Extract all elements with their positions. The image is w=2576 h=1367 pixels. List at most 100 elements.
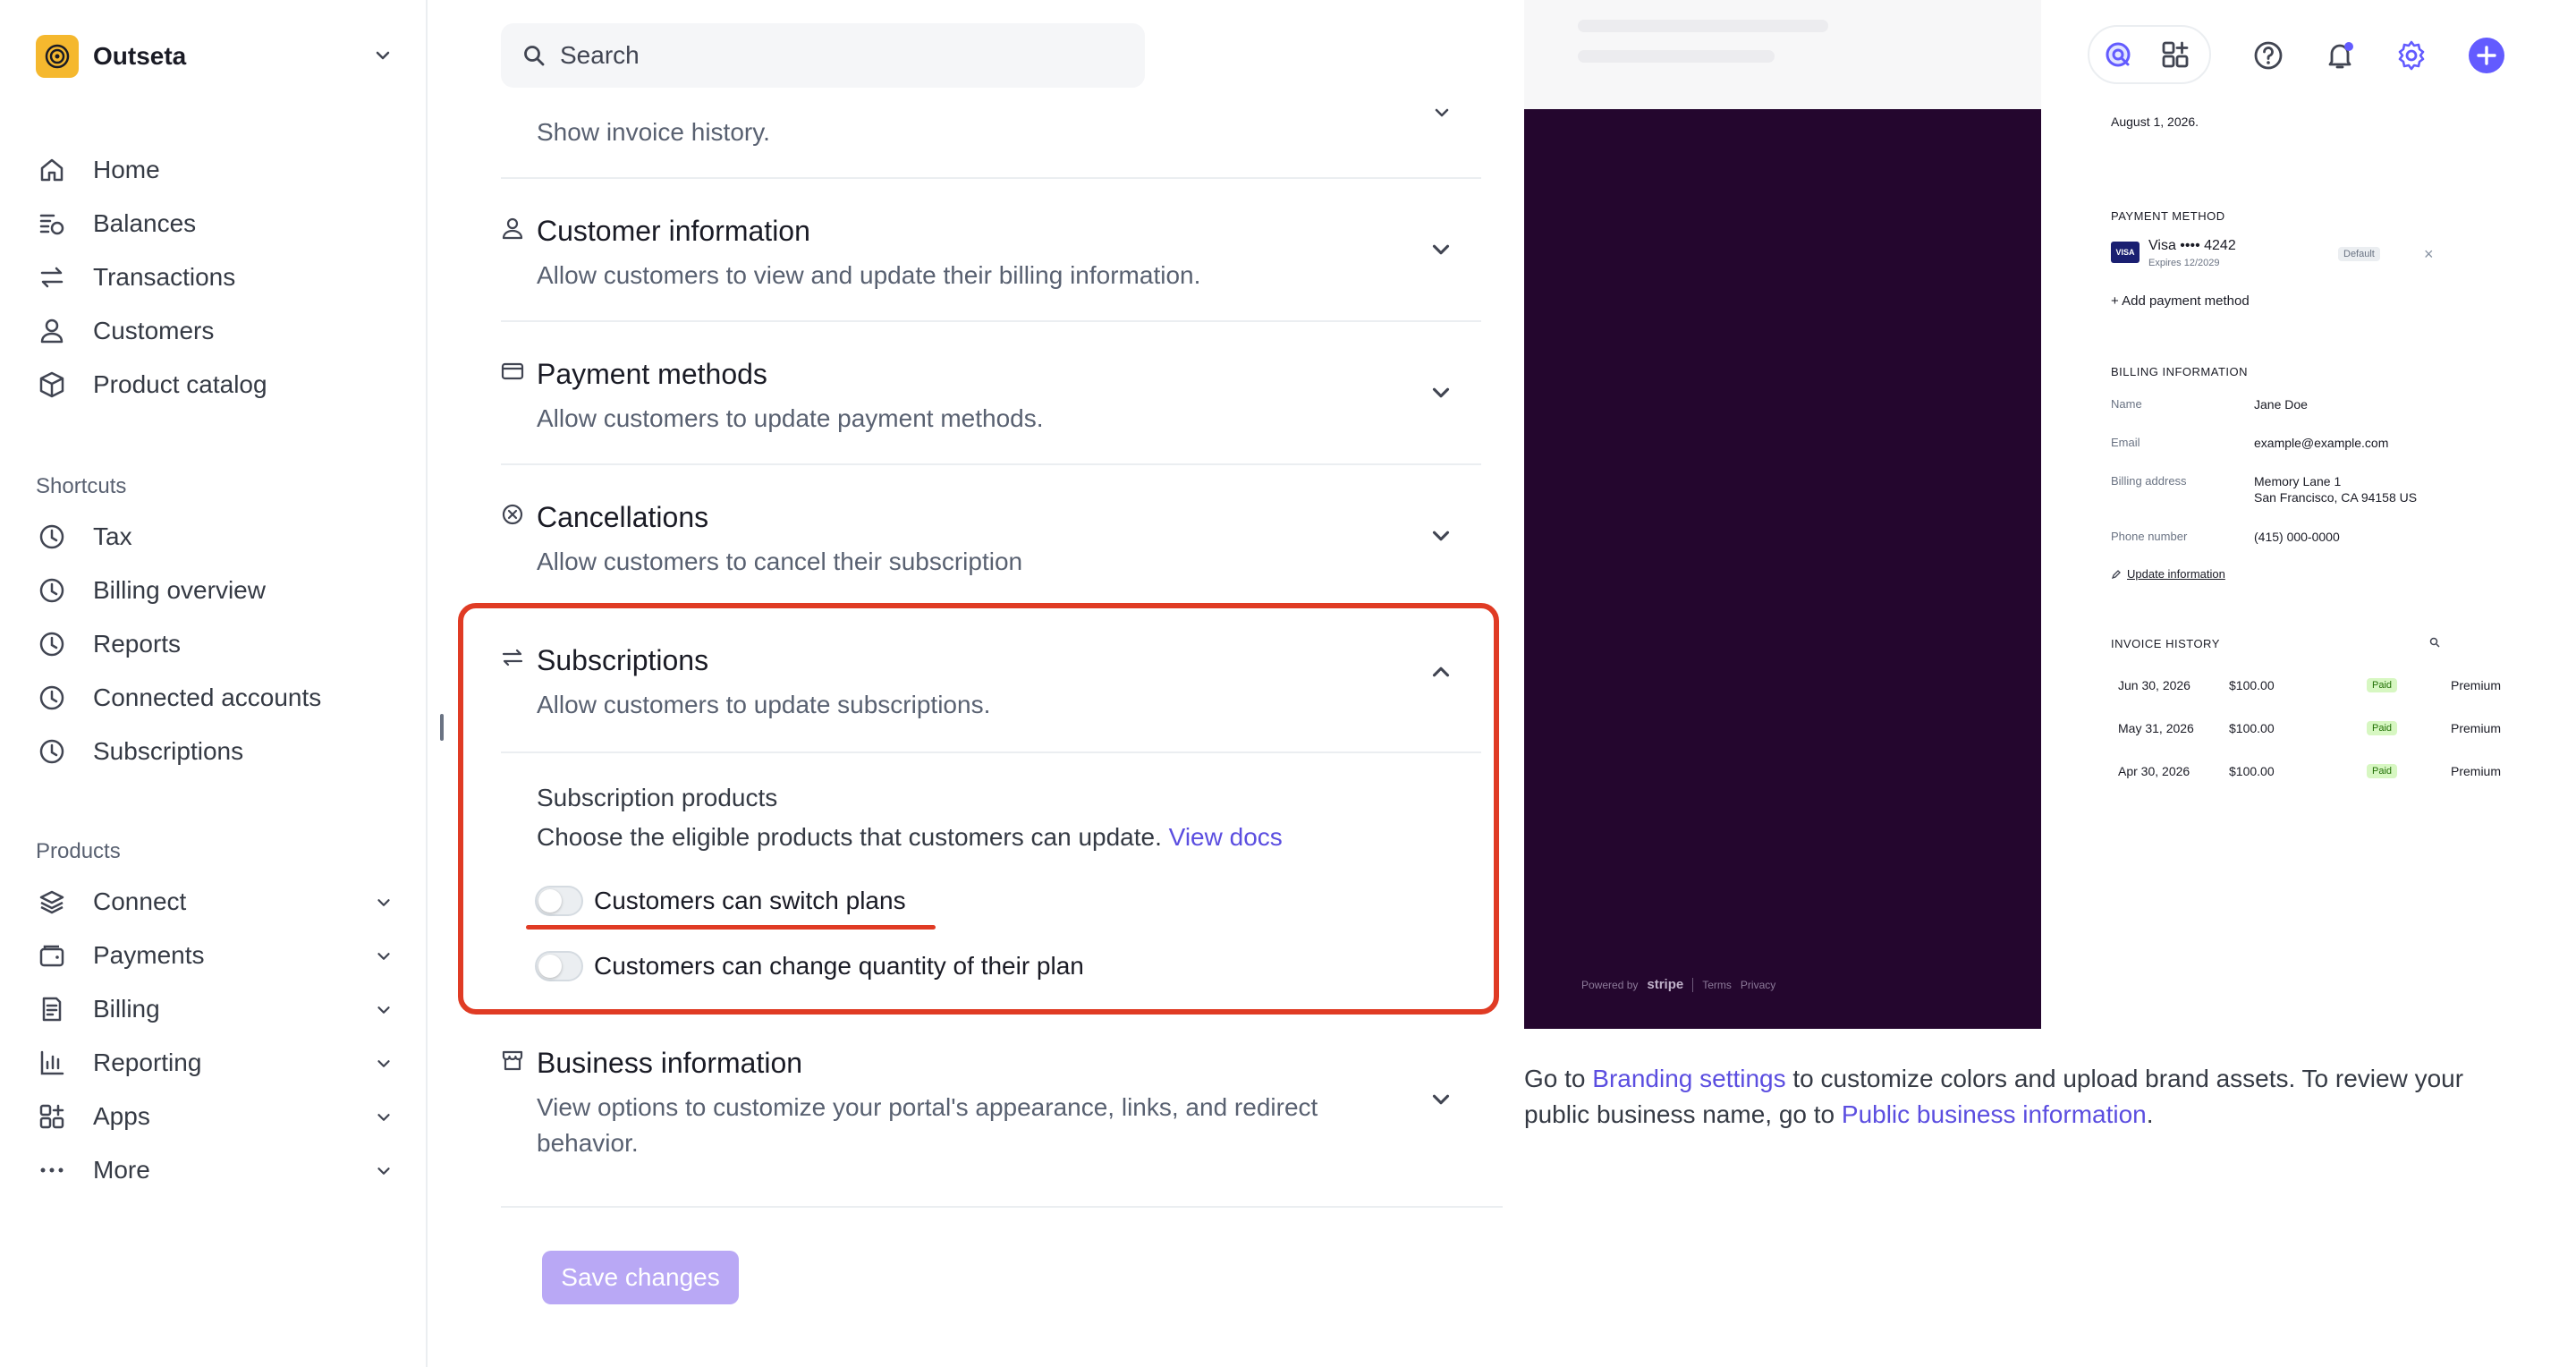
product-billing[interactable]: Billing — [36, 982, 394, 1036]
create-plus-icon[interactable] — [2467, 36, 2506, 75]
section-desc: Allow customers to update payment method… — [537, 404, 1044, 432]
update-information-label: Update information — [2127, 567, 2225, 581]
branding-note-text: Go to — [1524, 1065, 1593, 1092]
assistant-icon[interactable] — [2098, 35, 2138, 74]
connect-icon — [36, 886, 68, 918]
stripe-logo: stripe — [1647, 977, 1684, 992]
search-bar[interactable] — [501, 23, 1145, 88]
nav-balances[interactable]: Balances — [36, 197, 394, 250]
nav-label: Billing — [93, 995, 160, 1023]
public-business-information-link[interactable]: Public business information — [1842, 1100, 2147, 1128]
shortcut-reports[interactable]: Reports — [36, 617, 394, 671]
section-business-information[interactable]: Business information View options to cus… — [501, 1027, 1481, 1206]
billing-value-2: San Francisco, CA 94158 US — [2254, 490, 2418, 505]
add-payment-label: Add payment method — [2122, 293, 2250, 309]
nav-label: Reporting — [93, 1049, 202, 1076]
chevron-down-icon — [374, 1054, 394, 1074]
search-icon — [522, 44, 546, 67]
paid-badge: Paid — [2367, 764, 2398, 778]
invoice-amount: $100.00 — [2229, 764, 2275, 778]
section-payment-methods[interactable]: Payment methods Allow customers to updat… — [501, 322, 1481, 463]
nav-label: Customers — [93, 317, 215, 344]
billing-icon — [36, 993, 68, 1025]
skeleton-line — [1578, 50, 1775, 63]
section-desc: Allow customers to cancel their subscrip… — [537, 548, 1023, 575]
help-icon[interactable] — [2249, 36, 2288, 75]
nav-label: Transactions — [93, 263, 236, 291]
nav-label: Connect — [93, 887, 187, 915]
update-information-link[interactable]: Update information — [2111, 567, 2225, 581]
gear-icon[interactable] — [2392, 36, 2431, 75]
section-customer-information[interactable]: Customer information Allow customers to … — [501, 179, 1481, 320]
account-switcher[interactable]: Outseta — [36, 34, 394, 79]
chevron-down-icon[interactable] — [1428, 236, 1454, 263]
default-badge: Default — [2338, 247, 2380, 261]
preview-brand-panel — [1524, 109, 2041, 1029]
invoice-row[interactable]: Apr 30, 2026 $100.00 Paid Premium — [2111, 760, 2504, 782]
invoice-history-desc: Show invoice history. — [537, 118, 770, 146]
chevron-down-icon[interactable] — [1428, 522, 1454, 549]
nav-label: Connected accounts — [93, 684, 322, 711]
section-desc: View options to customize your portal's … — [537, 1093, 1318, 1121]
notifications-icon[interactable] — [2320, 36, 2360, 75]
search-input[interactable] — [560, 41, 1097, 70]
invoice-date: May 31, 2026 — [2118, 721, 2194, 735]
shortcut-billing-overview[interactable]: Billing overview — [36, 564, 394, 617]
shortcut-connected-accounts[interactable]: Connected accounts — [36, 671, 394, 725]
section-cancellations[interactable]: Cancellations Allow customers to cancel … — [501, 465, 1481, 607]
chevron-down-icon — [374, 893, 394, 913]
billing-label: Name — [2111, 397, 2142, 411]
shortcut-tax[interactable]: Tax — [36, 510, 394, 564]
invoice-amount: $100.00 — [2229, 721, 2275, 735]
save-changes-button[interactable]: Save changes — [542, 1251, 739, 1304]
product-payments[interactable]: Payments — [36, 929, 394, 982]
close-icon[interactable]: × — [2424, 245, 2434, 264]
invoice-row[interactable]: Jun 30, 2026 $100.00 Paid Premium — [2111, 675, 2504, 696]
account-logo — [36, 35, 79, 78]
apps-icon[interactable] — [2156, 35, 2195, 74]
nav-transactions[interactable]: Transactions — [36, 250, 394, 304]
nav-label: Subscriptions — [93, 737, 244, 765]
preview-date-text: August 1, 2026. — [2111, 115, 2199, 129]
divider — [1692, 977, 1694, 992]
invoice-date: Apr 30, 2026 — [2118, 764, 2190, 778]
privacy-link[interactable]: Privacy — [1741, 979, 1775, 991]
billing-value: Jane Doe — [2254, 397, 2308, 412]
add-payment-method-link[interactable]: + Add payment method — [2111, 293, 2250, 309]
product-apps[interactable]: Apps — [36, 1090, 394, 1143]
billing-label: Email — [2111, 436, 2140, 449]
shortcut-subscriptions[interactable]: Subscriptions — [36, 725, 394, 778]
chevron-down-icon[interactable] — [1428, 1086, 1454, 1113]
product-connect[interactable]: Connect — [36, 875, 394, 929]
product-catalog-icon — [36, 369, 68, 401]
sidebar-resize-handle[interactable] — [440, 714, 444, 741]
branding-settings-link[interactable]: Branding settings — [1592, 1065, 1785, 1092]
nav-label: Billing overview — [93, 576, 266, 604]
nav-home[interactable]: Home — [36, 143, 394, 197]
product-more[interactable]: More — [36, 1143, 394, 1197]
branding-note-text: . — [2146, 1100, 2154, 1128]
nav-customers[interactable]: Customers — [36, 304, 394, 358]
preview-invoice-heading: INVOICE HISTORY — [2111, 637, 2220, 650]
search-icon[interactable] — [2429, 637, 2440, 648]
product-reporting[interactable]: Reporting — [36, 1036, 394, 1090]
preview-card-expiry: Expires 12/2029 — [2148, 258, 2220, 268]
clock-icon — [36, 574, 68, 607]
invoice-date: Jun 30, 2026 — [2118, 678, 2190, 692]
section-title: Cancellations — [537, 501, 709, 533]
payments-icon — [36, 939, 68, 972]
nav-label: Product catalog — [93, 370, 267, 398]
preview-card-number: Visa •••• 4242 — [2148, 238, 2236, 253]
cancel-circle-icon — [501, 503, 524, 526]
chevron-down-icon[interactable] — [1428, 379, 1454, 406]
billing-label: Billing address — [2111, 474, 2187, 488]
invoice-row[interactable]: May 31, 2026 $100.00 Paid Premium — [2111, 717, 2504, 739]
nav-label: Payments — [93, 941, 205, 969]
chevron-down-icon[interactable] — [1431, 102, 1453, 123]
customers-icon — [36, 315, 68, 347]
billing-value: example@example.com — [2254, 436, 2389, 450]
nav-product-catalog[interactable]: Product catalog — [36, 358, 394, 412]
terms-link[interactable]: Terms — [1702, 979, 1732, 991]
invoice-amount: $100.00 — [2229, 678, 2275, 692]
clock-icon — [36, 628, 68, 660]
